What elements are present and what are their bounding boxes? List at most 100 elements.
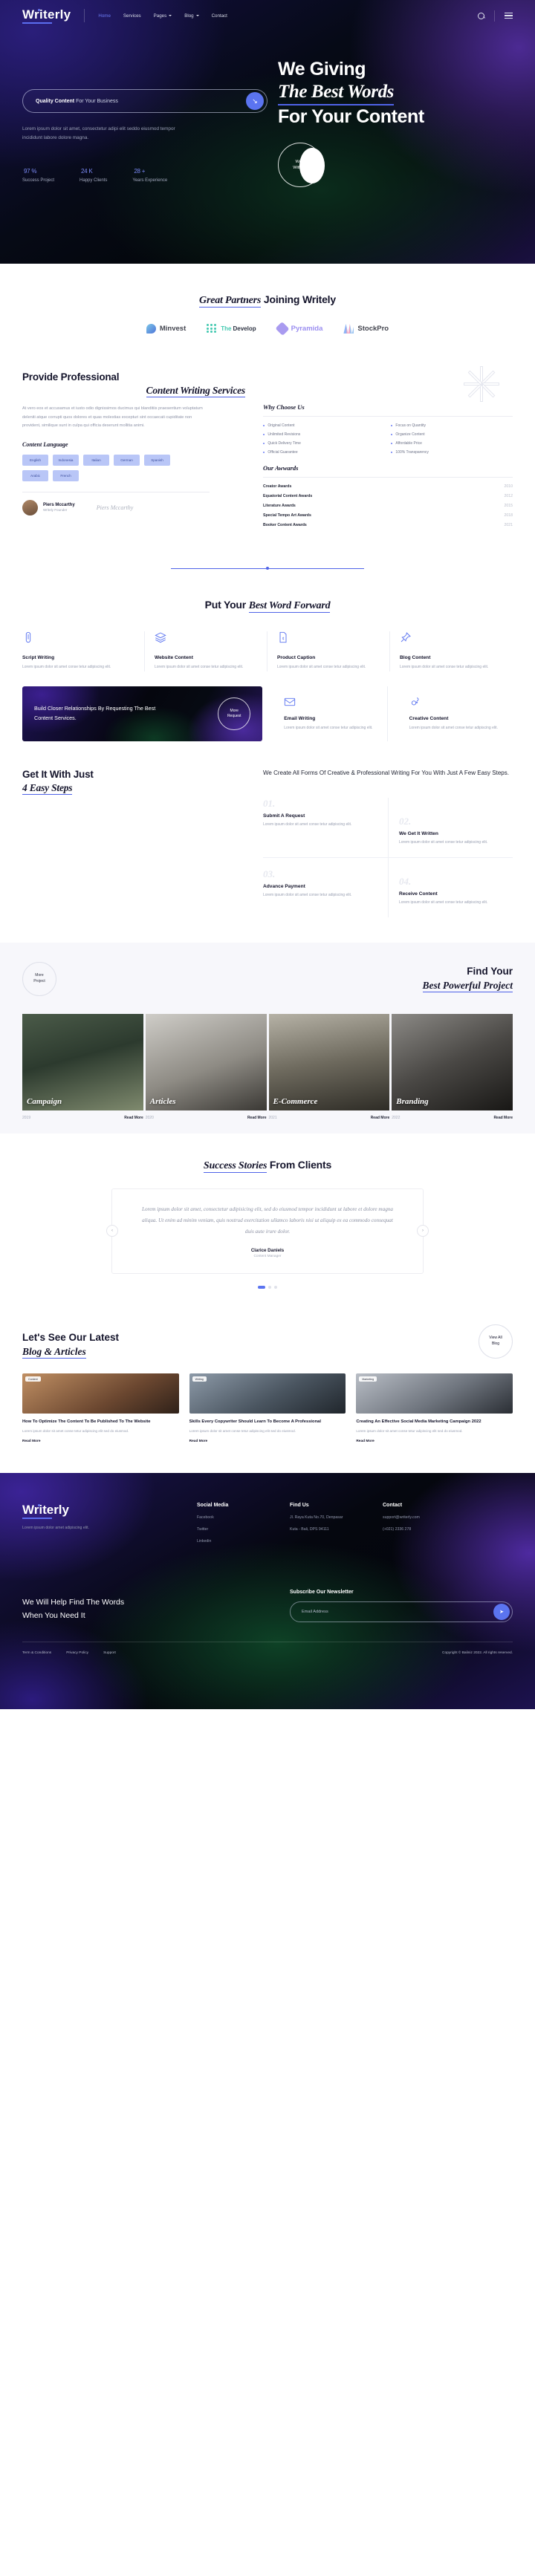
dot-active[interactable] — [258, 1285, 265, 1289]
project-card[interactable]: Branding — [392, 1013, 513, 1110]
bullet-icon — [391, 442, 393, 445]
blog-post-card[interactable]: Marketing Creating An Effective Social M… — [356, 1373, 513, 1443]
service-card[interactable]: Creative Content Lorem ipsum dolor sit a… — [400, 686, 513, 741]
project-meta: 2019 Read More — [22, 1110, 143, 1133]
top-navigation: Writerly Home Services Pages Blog Contac… — [0, 0, 535, 31]
search-icon[interactable] — [478, 12, 484, 19]
hamburger-icon[interactable] — [505, 13, 513, 19]
promo-text: Build Closer Relationships By Requesting… — [34, 705, 156, 722]
more-project-line1: More — [35, 973, 44, 978]
newsletter-submit-button[interactable]: ➤ — [493, 1603, 510, 1620]
language-tag[interactable]: Arabic — [22, 469, 48, 481]
award-year: 2015 — [504, 503, 513, 508]
partner-logo-thedevelop[interactable]: The Develop — [207, 324, 256, 334]
newsletter-form[interactable]: Email Address ➤ — [290, 1601, 513, 1622]
card-title: Product Caption — [277, 655, 316, 661]
projects-title: Find Your Best Powerful Project — [422, 965, 513, 992]
blog-heading-line2: Blog & Articles — [22, 1345, 86, 1359]
project-read-more[interactable]: Read More — [247, 1116, 267, 1120]
service-card[interactable]: Blog Content Lorem ipsum dolor sit amet … — [390, 631, 513, 671]
language-tag[interactable]: French — [53, 469, 79, 481]
language-tag[interactable]: German — [114, 454, 140, 466]
project-read-more[interactable]: Read More — [371, 1116, 390, 1120]
blog-post-card[interactable]: Writing Skills Every Copywriter Should L… — [189, 1373, 346, 1443]
footer-privacy-link[interactable]: Privacy Policy — [66, 1651, 88, 1655]
blog-heading-line1: Let's See Our Latest — [22, 1332, 120, 1344]
divider — [263, 416, 513, 417]
svg-text:¢: ¢ — [282, 637, 285, 642]
blog-post-text: Lorem ipsum dolor sit amet conse tetur a… — [22, 1429, 129, 1434]
language-tag[interactable]: Italian — [83, 454, 109, 466]
partner-logo-pyramida[interactable]: Pyramida — [275, 321, 322, 336]
project-meta: 2021 Read More — [269, 1110, 390, 1133]
more-request-line2: Request — [227, 714, 241, 719]
nav-item-blog[interactable]: Blog — [184, 13, 199, 19]
work-with-us-button[interactable]: Work With Us — [278, 143, 325, 187]
blog-post-title: Creating An Effective Social Media Marke… — [356, 1419, 482, 1424]
more-request-button[interactable]: More Request — [218, 697, 251, 731]
language-tag[interactable]: Spanish — [144, 454, 170, 466]
footer-phone[interactable]: (+021) 2336 278 — [383, 1527, 476, 1532]
testimonials-title: Success Stories From Clients — [22, 1159, 513, 1173]
newsletter-title: Subscribe Our Newsletter — [290, 1589, 354, 1595]
service-card[interactable]: Email Writing Lorem ipsum dolor sit amet… — [274, 686, 388, 742]
awards-list: Creator Awards 2010 Equatorial Content Aw… — [263, 482, 513, 530]
testimonial-next-button[interactable]: › — [417, 1225, 429, 1237]
dot[interactable] — [274, 1285, 277, 1289]
award-row: Creator Awards 2010 — [263, 482, 513, 492]
blog-read-more[interactable]: Read More — [22, 1440, 179, 1443]
hero-search-bar[interactable]: Quality Content For Your Business ↘ — [22, 89, 268, 113]
footer-logo[interactable]: Writerly — [22, 1503, 69, 1519]
testimonial-prev-button[interactable]: ‹ — [106, 1225, 118, 1237]
why-choose-item: Focus on Quantity — [391, 423, 513, 428]
blog-post-card[interactable]: Content How To Optimize The Content To B… — [22, 1373, 179, 1443]
partner-logo-minvest[interactable]: Minvest — [146, 324, 186, 334]
stat-value: 28 — [134, 167, 140, 175]
service-card[interactable]: ¢ Product Caption Lorem ipsum dolor sit … — [268, 631, 390, 672]
nav-label: Home — [98, 13, 111, 19]
nav-item-pages[interactable]: Pages — [154, 13, 172, 19]
partner-logo-stockpro[interactable]: StockPro — [343, 324, 389, 334]
best-word-title: Put Your Best Word Forward — [22, 599, 513, 614]
step-title: We Get It Written — [399, 831, 438, 837]
footer-link[interactable]: Twitter — [197, 1527, 290, 1532]
blog-read-more[interactable]: Read More — [356, 1440, 513, 1443]
brand-logo[interactable]: Writerly — [22, 7, 71, 24]
nav-item-home[interactable]: Home — [98, 13, 111, 19]
newsletter-email-input[interactable]: Email Address — [302, 1610, 328, 1614]
nav-divider — [84, 9, 85, 22]
footer-email[interactable]: support@writerly.com — [383, 1515, 476, 1520]
project-card[interactable]: Campaign — [22, 1013, 143, 1110]
stat-label: Happy Clients — [80, 178, 108, 183]
service-card[interactable]: Script Writing Lorem ipsum dolor sit ame… — [22, 631, 145, 672]
project-card[interactable]: Articles — [145, 1013, 267, 1110]
hero-description: Lorem ipsum dolor sit amet, consectetur … — [22, 126, 175, 140]
hero-search-submit-button[interactable]: ↘ — [246, 92, 264, 110]
nav-item-services[interactable]: Services — [123, 13, 141, 19]
project-read-more[interactable]: Read More — [124, 1116, 143, 1120]
hero-title: We Giving The Best Words For Your Conten… — [278, 58, 513, 128]
more-project-line2: Project — [33, 978, 45, 983]
founder-block: Piers Mccarthy Writely Founder Piers Mcc… — [22, 499, 245, 515]
project-read-more[interactable]: Read More — [493, 1116, 513, 1120]
footer-link[interactable]: Linkedin — [197, 1539, 290, 1544]
service-card[interactable]: Website Content Lorem ipsum dolor sit am… — [145, 631, 268, 672]
view-all-blog-button[interactable]: View All Blog — [479, 1324, 513, 1359]
footer-link[interactable]: Facebook — [197, 1515, 290, 1520]
dot[interactable] — [268, 1285, 271, 1289]
more-project-button[interactable]: More Project — [22, 961, 56, 996]
language-tag[interactable]: Indonesia — [53, 454, 79, 466]
hero-search-input[interactable]: Quality Content For Your Business — [36, 99, 118, 104]
project-card[interactable]: E-Commerce — [268, 1013, 390, 1110]
nav-item-contact[interactable]: Contact — [212, 13, 227, 19]
footer-terms-link[interactable]: Term & Conditions — [22, 1651, 51, 1655]
projects-title-line1: Find Your — [467, 966, 513, 978]
project-caption: Articles — [149, 1096, 176, 1106]
bullet-icon — [391, 451, 393, 454]
testimonial-author-role: Content Manager — [253, 1254, 282, 1258]
footer-support-link[interactable]: Support — [103, 1651, 116, 1655]
project-gallery: Campaign Articles E-Commerce Branding — [22, 1013, 513, 1110]
language-tag[interactable]: English — [22, 454, 48, 466]
blog-read-more[interactable]: Read More — [189, 1440, 346, 1443]
hero-title-line2: The Best Words — [278, 81, 394, 105]
